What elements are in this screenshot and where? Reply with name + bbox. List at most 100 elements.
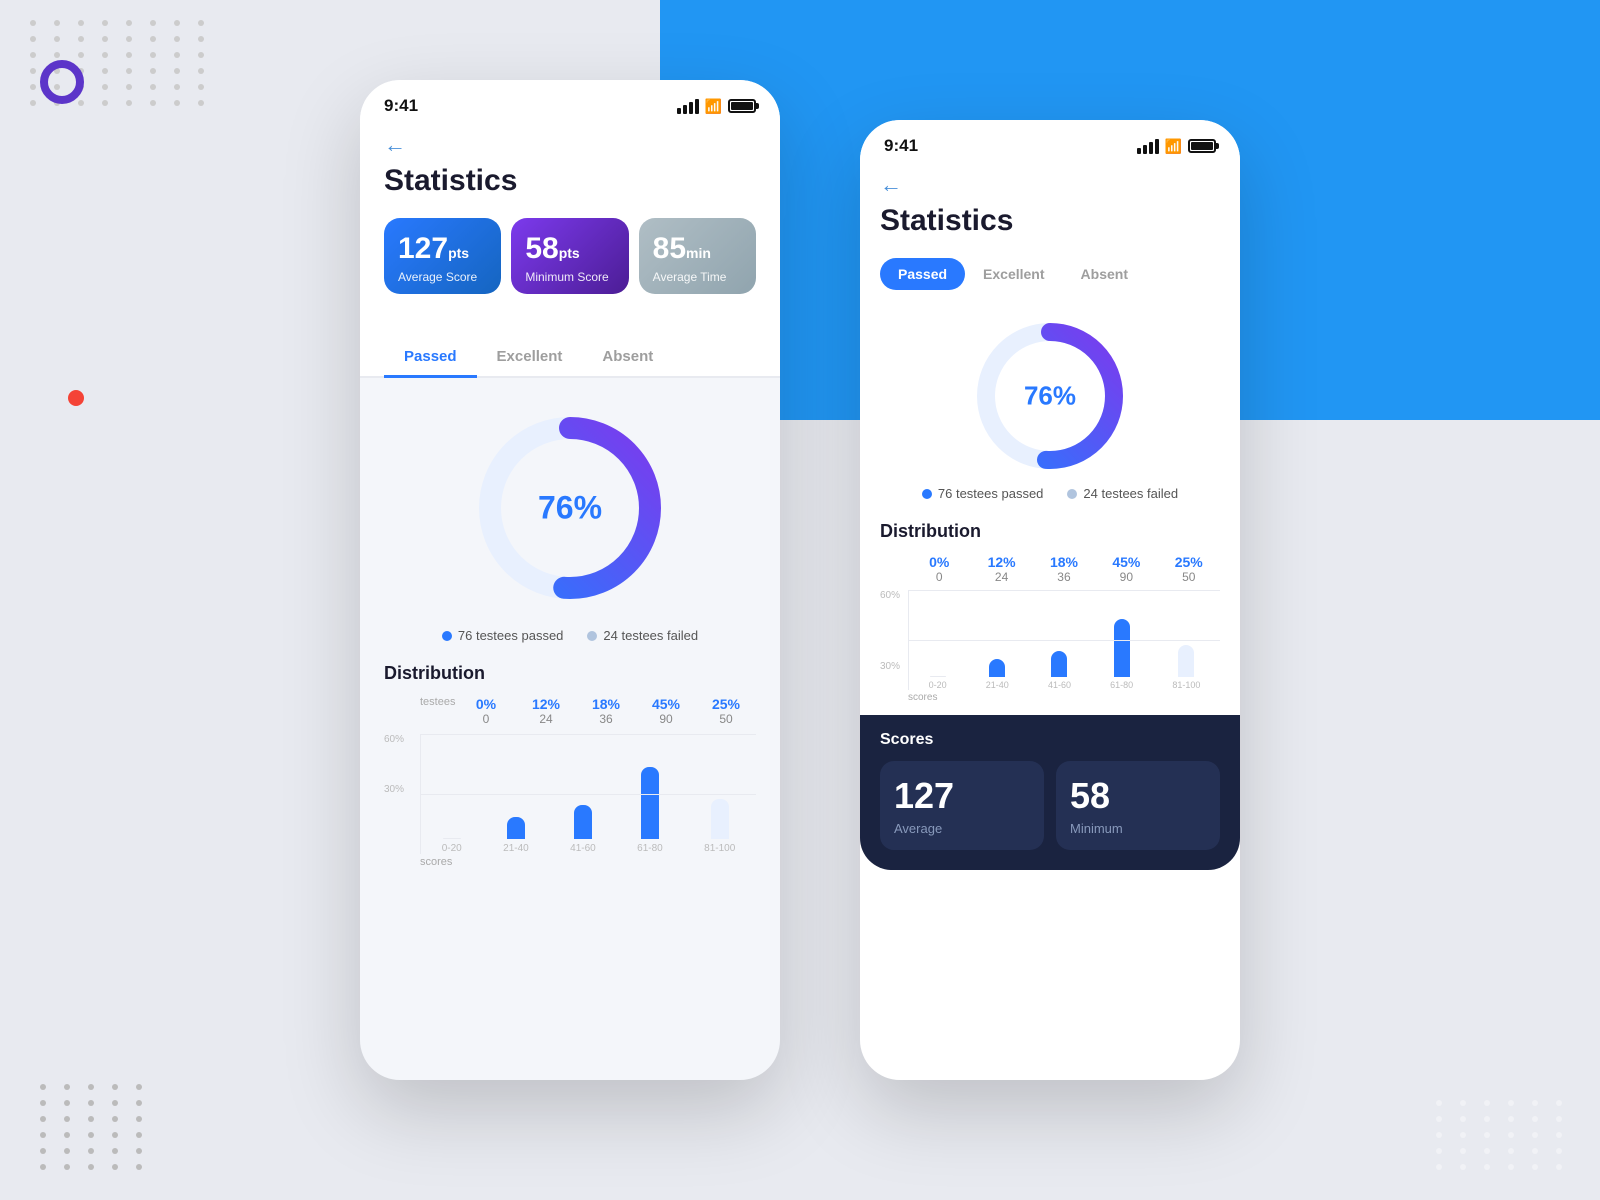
right-bar-chart: 60% 30% 0-20 21-40	[880, 590, 1220, 690]
right-signal-icon	[1137, 139, 1159, 154]
avg-score-value: 127	[398, 232, 448, 265]
bar-range-2: 41-60	[570, 843, 596, 854]
dist-pct-3: 45%	[636, 696, 696, 712]
time-label: Average Time	[653, 270, 742, 284]
score-card-minimum: 58pts Minimum Score	[511, 218, 628, 294]
left-lower-content: Passed Excellent Absent	[360, 338, 780, 892]
min-score-label: Minimum Score	[525, 270, 614, 284]
bar-1: 21-40	[503, 817, 529, 854]
right-phone: 9:41 📶 ← Statistics Passed Excel	[860, 120, 1240, 1080]
scores-min-label: Minimum	[1070, 821, 1206, 836]
legend-dot-failed	[587, 631, 597, 641]
time-value: 85	[653, 232, 686, 265]
left-tabs: Passed Excellent Absent	[360, 338, 780, 378]
dist-pct-0: 0%	[456, 696, 516, 712]
right-header-content: ← Statistics Passed Excellent Absent	[860, 164, 1240, 715]
tab-passed-left[interactable]: Passed	[384, 338, 477, 378]
tab-absent-left[interactable]: Absent	[582, 338, 673, 378]
dist-col-2: 18% 36	[576, 696, 636, 726]
right-dist-headers: 0% 0 12% 24 18% 36 45% 9	[880, 554, 1220, 584]
right-donut-pct: 76%	[1024, 381, 1076, 412]
right-dist-pct-3: 45%	[1096, 554, 1156, 570]
right-bar-range-4: 81-100	[1172, 680, 1200, 690]
dist-pct-1: 12%	[516, 696, 576, 712]
left-back-button[interactable]: ←	[384, 132, 756, 158]
right-tab-passed[interactable]: Passed	[880, 258, 965, 290]
avg-score-unit: pts	[448, 245, 469, 261]
right-status-icons: 📶	[1137, 138, 1216, 155]
battery-icon	[728, 99, 756, 113]
right-legend: 76 testees passed 24 testees failed	[880, 486, 1220, 501]
right-legend-passed: 76 testees passed	[922, 486, 1044, 501]
left-distribution: Distribution testees 0% 0 12% 24	[384, 663, 756, 868]
dist-col-4: 25% 50	[696, 696, 756, 726]
dist-count-3: 90	[636, 712, 696, 726]
right-dist-count-2: 36	[1034, 570, 1094, 584]
right-donut-chart: 76%	[970, 316, 1130, 476]
left-dist-headers: testees 0% 0 12% 24 18% 36	[384, 696, 756, 726]
dist-pct-4: 25%	[696, 696, 756, 712]
left-donut-pct: 76%	[538, 490, 602, 527]
right-back-button[interactable]: ←	[880, 172, 1220, 198]
bar-4: 81-100	[704, 799, 735, 854]
right-tab-excellent[interactable]: Excellent	[965, 258, 1062, 290]
right-bar-1: 21-40	[986, 659, 1009, 690]
legend-passed: 76 testees passed	[442, 628, 564, 643]
tab-excellent-left[interactable]: Excellent	[477, 338, 583, 378]
legend-passed-label: 76 testees passed	[458, 628, 564, 643]
right-tab-absent[interactable]: Absent	[1063, 258, 1146, 290]
right-dist-count-4: 50	[1159, 570, 1219, 584]
right-bar-3: 61-80	[1110, 619, 1133, 690]
signal-icon	[677, 99, 699, 114]
right-dist-title: Distribution	[880, 521, 1220, 542]
right-scores-section: Scores 127 Average 58 Minimum	[860, 715, 1240, 870]
bar-0: 0-20	[442, 838, 462, 854]
right-status-bar: 9:41 📶	[860, 120, 1240, 164]
right-donut-section: 76%	[880, 306, 1220, 486]
right-dist-pct-0: 0%	[909, 554, 969, 570]
legend-failed: 24 testees failed	[587, 628, 698, 643]
right-tabs: Passed Excellent Absent	[880, 258, 1220, 290]
right-dist-pct-1: 12%	[972, 554, 1032, 570]
left-status-bar: 9:41 📶	[360, 80, 780, 124]
right-dist-count-3: 90	[1096, 570, 1156, 584]
right-bars: 0-20 21-40 41-60 61-80	[908, 590, 1220, 690]
right-legend-failed-label: 24 testees failed	[1083, 486, 1178, 501]
bar-range-1: 21-40	[503, 843, 529, 854]
right-dist-pct-2: 18%	[1034, 554, 1094, 570]
right-bar-range-3: 61-80	[1110, 680, 1133, 690]
left-phone: 9:41 📶 ← Statistics 127p	[360, 80, 780, 1080]
right-legend-failed: 24 testees failed	[1067, 486, 1178, 501]
left-score-cards: 127pts Average Score 58pts Minimum Score…	[384, 218, 756, 294]
left-time: 9:41	[384, 96, 418, 116]
right-dist-col-2: 18% 36	[1034, 554, 1094, 584]
right-dist-pct-4: 25%	[1159, 554, 1219, 570]
right-dist-col-headers: 0% 0 12% 24 18% 36 45% 9	[908, 554, 1220, 584]
legend-failed-label: 24 testees failed	[603, 628, 698, 643]
dist-pct-2: 18%	[576, 696, 636, 712]
dist-x-label: scores	[384, 856, 756, 868]
dist-col-3: 45% 90	[636, 696, 696, 726]
right-x-label: scores	[880, 692, 1220, 703]
right-distribution: Distribution 0% 0 12% 24 18% 36	[880, 521, 1220, 703]
bar-range-0: 0-20	[442, 843, 462, 854]
right-dist-col-3: 45% 90	[1096, 554, 1156, 584]
dist-count-1: 24	[516, 712, 576, 726]
right-legend-dot-failed	[1067, 489, 1077, 499]
left-bar-chart: 60% 30% 0-20	[384, 734, 756, 854]
phones-wrapper: 9:41 📶 ← Statistics 127p	[0, 80, 1600, 1080]
dist-col-0: 0% 0	[456, 696, 516, 726]
dist-count-2: 36	[576, 712, 636, 726]
scores-avg-label: Average	[894, 821, 1030, 836]
right-bar-range-2: 41-60	[1048, 680, 1071, 690]
scores-card-min: 58 Minimum	[1056, 761, 1220, 850]
dist-col-headers: 0% 0 12% 24 18% 36 45% 9	[456, 696, 756, 726]
right-bar-0: 0-20	[929, 676, 947, 690]
bar-ylabel-60: 60%	[384, 734, 420, 745]
left-status-icons: 📶	[677, 98, 756, 115]
score-card-time: 85min Average Time	[639, 218, 756, 294]
right-dist-col-0: 0% 0	[909, 554, 969, 584]
min-score-unit: pts	[559, 245, 580, 261]
right-dist-col-4: 25% 50	[1159, 554, 1219, 584]
dist-count-0: 0	[456, 712, 516, 726]
